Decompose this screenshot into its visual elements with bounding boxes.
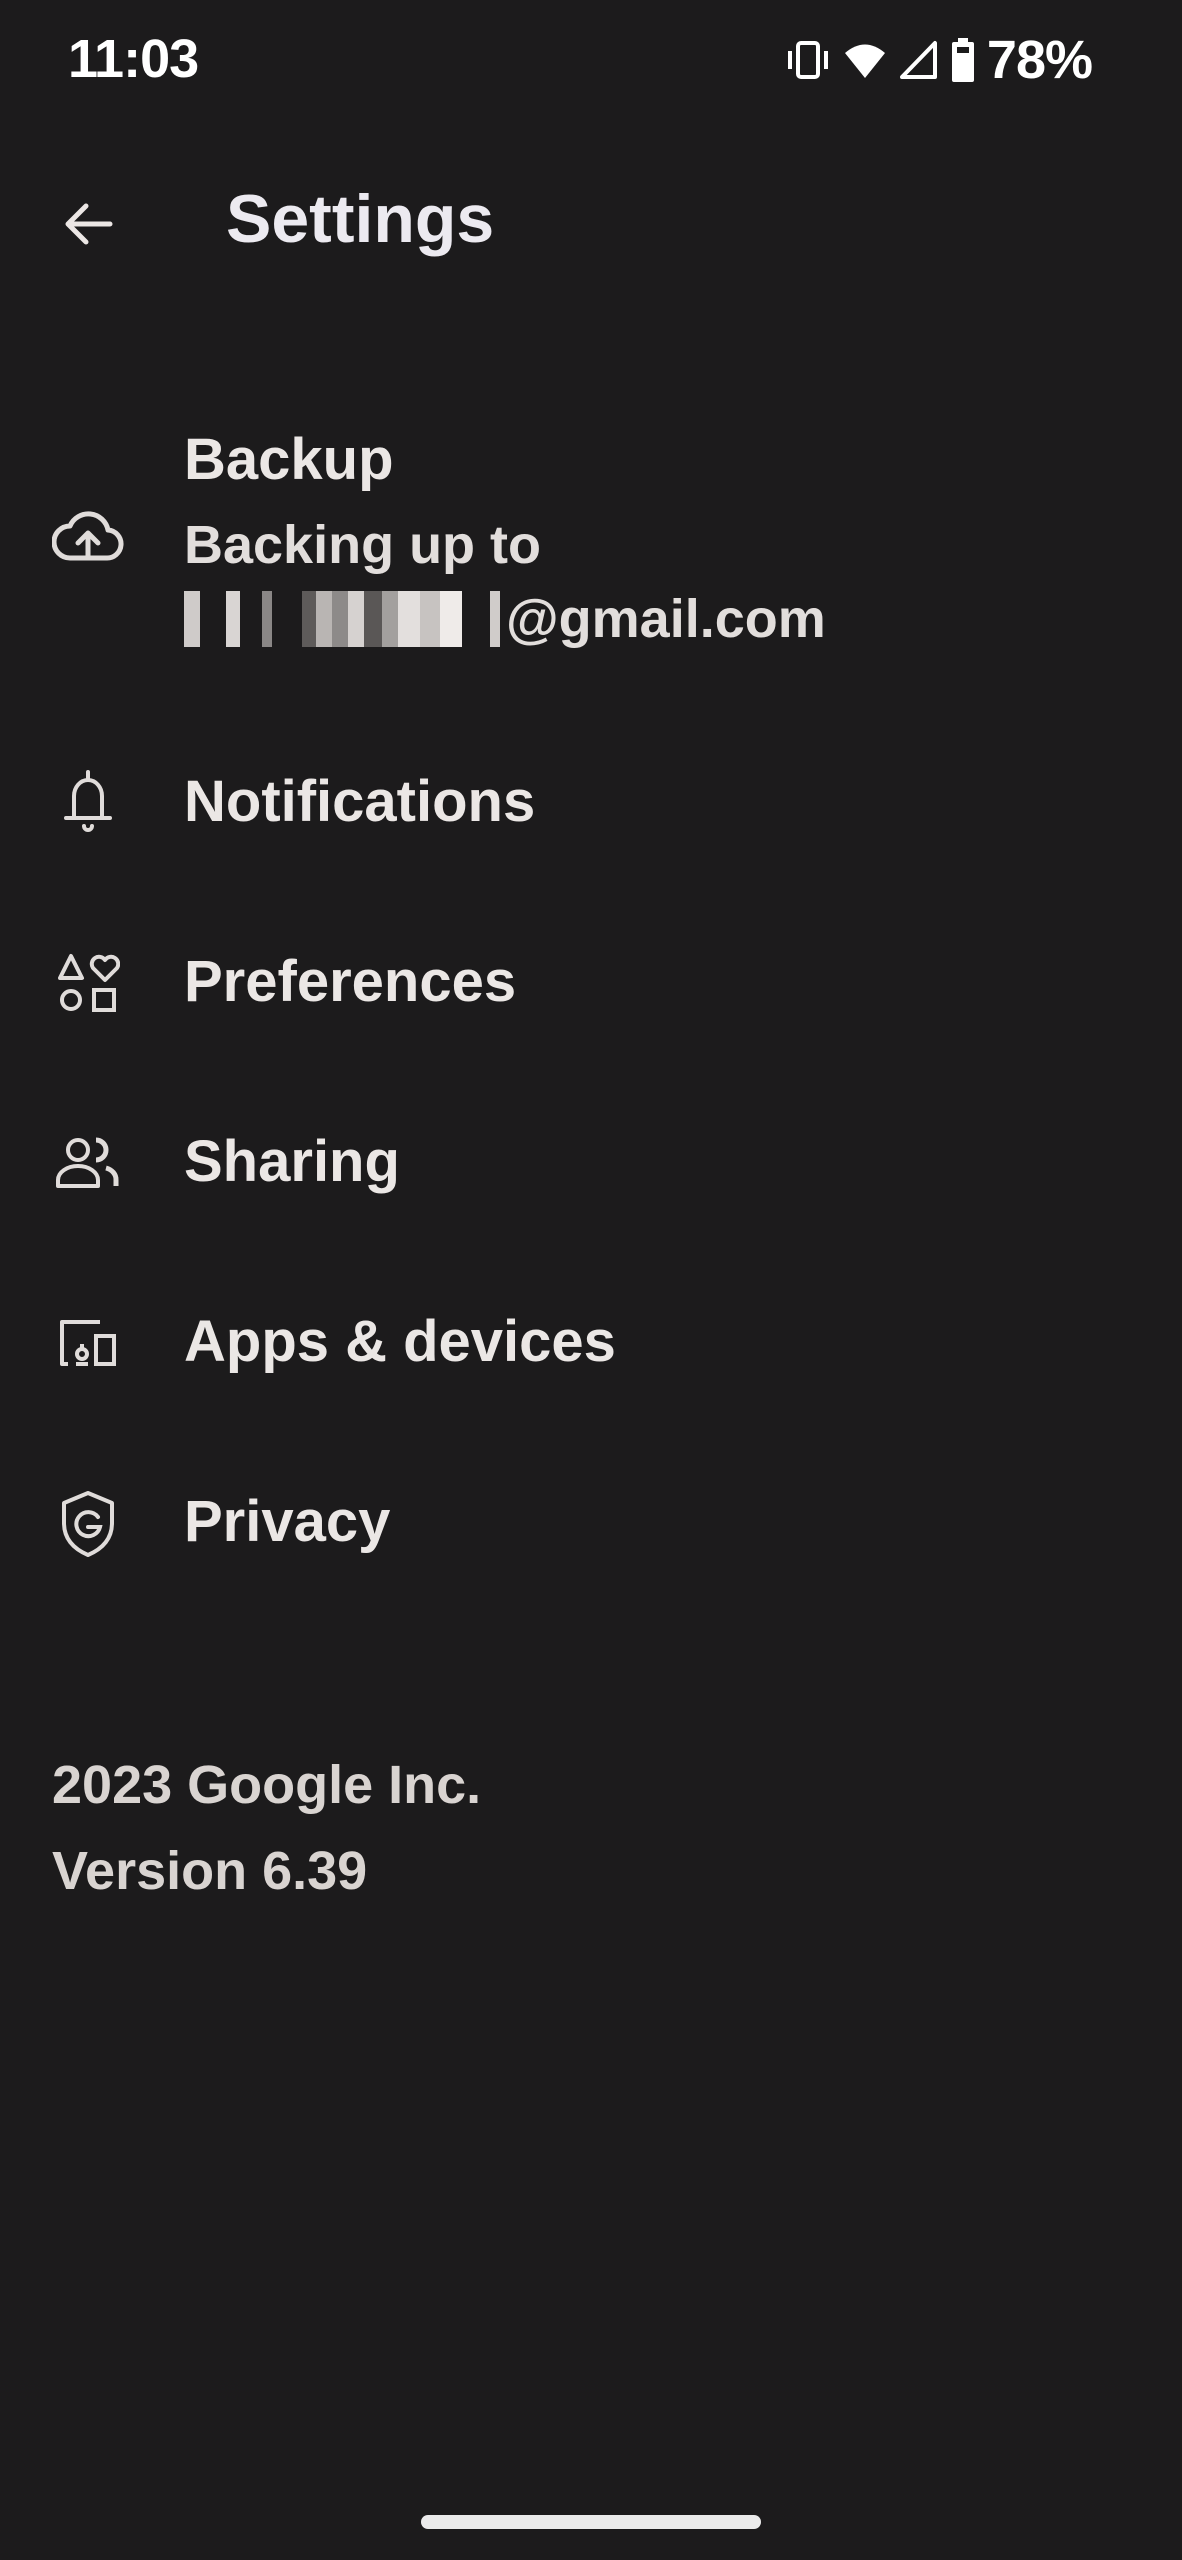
wifi-icon <box>843 40 887 80</box>
arrow-back-icon <box>60 196 116 257</box>
status-time: 11:03 <box>68 29 199 89</box>
backup-subtitle-line1: Backing up to <box>184 515 542 575</box>
vibrate-icon <box>785 40 831 80</box>
settings-item-backup[interactable]: Backup Backing up to @gmail.com <box>0 400 1182 680</box>
settings-item-label: Notifications <box>184 769 536 834</box>
back-button[interactable] <box>44 182 132 270</box>
backup-account-email: @gmail.com <box>184 588 826 650</box>
settings-item-privacy[interactable]: Privacy <box>0 1480 1182 1600</box>
people-icon <box>48 1124 128 1204</box>
battery-icon <box>951 38 975 82</box>
google-shield-icon <box>48 1484 128 1564</box>
backup-email-domain: @gmail.com <box>506 589 826 649</box>
bell-icon <box>48 762 128 842</box>
gesture-nav-handle[interactable] <box>421 2515 761 2529</box>
version-text: Version 6.39 <box>52 1841 368 1901</box>
battery-percent: 78% <box>986 30 1093 90</box>
app-info-footer: 2023 Google Inc. Version 6.39 <box>52 1742 481 1914</box>
settings-item-apps-devices[interactable]: Apps & devices <box>0 1300 1182 1420</box>
status-icons: 78% <box>785 30 1093 90</box>
settings-item-sharing[interactable]: Sharing <box>0 1120 1182 1240</box>
cell-signal-icon <box>899 40 939 80</box>
page-title: Settings <box>226 181 495 257</box>
devices-icon <box>48 1304 128 1384</box>
settings-item-notifications[interactable]: Notifications <box>0 760 1182 880</box>
cloud-upload-icon <box>48 496 128 576</box>
settings-item-label: Preferences <box>184 949 517 1014</box>
copyright-text: 2023 Google Inc. <box>52 1755 482 1815</box>
settings-item-label: Apps & devices <box>184 1309 616 1374</box>
shapes-icon <box>48 944 128 1024</box>
settings-item-preferences[interactable]: Preferences <box>0 940 1182 1060</box>
redacted-email-username <box>184 589 500 649</box>
settings-item-label: Privacy <box>184 1489 391 1554</box>
settings-item-label: Backup <box>184 427 394 492</box>
settings-item-label: Sharing <box>184 1129 400 1194</box>
app-bar: Settings <box>0 160 1182 280</box>
status-bar: 11:03 78% <box>0 0 1182 120</box>
